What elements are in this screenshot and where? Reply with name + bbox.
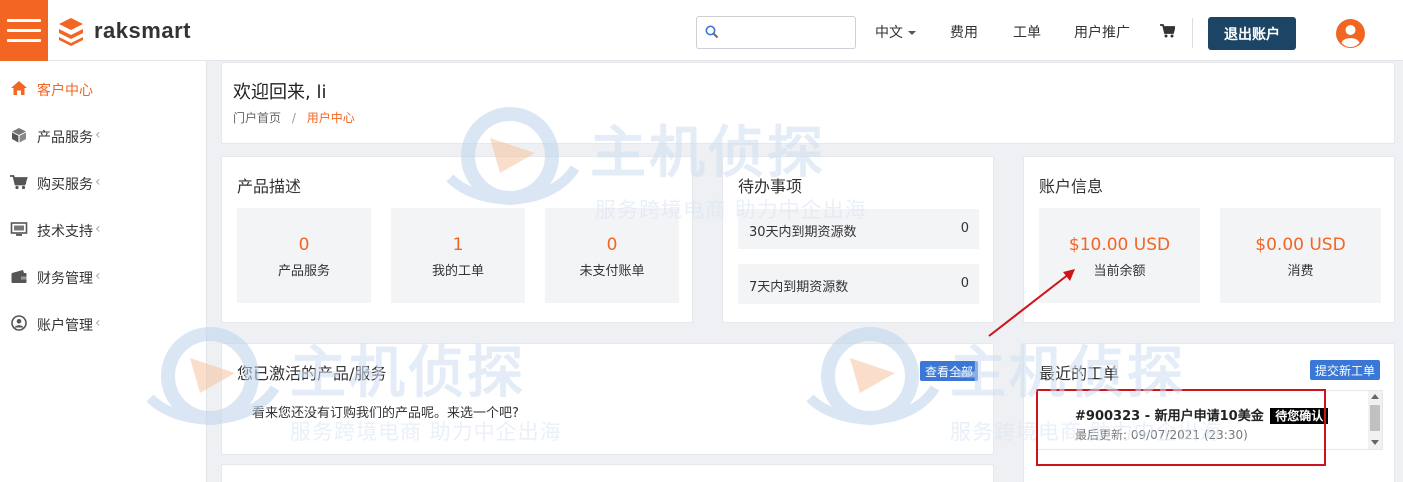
spending-value: $0.00 USD	[1255, 235, 1346, 255]
breadcrumb-current: 用户中心	[306, 111, 355, 125]
cart-button[interactable]	[1160, 24, 1176, 42]
logout-button[interactable]: 退出账户	[1208, 17, 1296, 50]
user-circle-icon	[11, 315, 27, 331]
tile-label: 未支付账单	[579, 264, 645, 279]
cart-icon	[10, 175, 28, 190]
new-ticket-button[interactable]: 提交新工单	[1309, 360, 1380, 380]
search-icon	[705, 25, 719, 39]
bottom-card	[221, 464, 994, 482]
nav-tickets-link[interactable]: 工单	[1013, 22, 1041, 42]
sidebar-item-label: 账户管理	[37, 318, 93, 334]
brand-logo[interactable]: raksmart	[56, 16, 191, 46]
caret-down-icon	[908, 31, 916, 35]
wallet-icon	[11, 270, 27, 283]
cube-icon	[12, 128, 26, 143]
tile-value: 1	[452, 235, 464, 255]
language-label: 中文	[875, 25, 903, 41]
breadcrumb-separator: /	[291, 111, 296, 125]
tile-value: 0	[606, 235, 618, 255]
scroll-down-arrow-icon[interactable]	[1371, 440, 1379, 445]
tile-label: 产品服务	[277, 264, 330, 279]
annotation-arrow-icon	[988, 269, 1075, 337]
chevron-left-icon: ‹	[95, 127, 101, 143]
user-avatar-icon	[1336, 19, 1365, 48]
tile-label: 消费	[1287, 264, 1314, 279]
sidebar-item-support[interactable]: 技术支持 ‹	[0, 209, 207, 249]
todo-row[interactable]: 7天内到期资源数 0	[738, 264, 979, 304]
balance-value: $10.00 USD	[1068, 235, 1171, 255]
menu-toggle-button[interactable]	[0, 0, 48, 61]
raksmart-logo-icon	[59, 18, 83, 46]
nav-affiliate-link[interactable]: 用户推广	[1074, 22, 1130, 42]
sidebar: 客户中心 产品服务 ‹ 购买服务 ‹ 技术支持 ‹ 财务管理 ‹ 账户管理 ‹	[0, 61, 207, 482]
chevron-left-icon: ‹	[95, 268, 101, 284]
chevron-left-icon: ‹	[95, 221, 101, 237]
chevron-left-icon: ‹	[95, 174, 101, 190]
tile-value: 0	[298, 235, 310, 255]
chevron-left-icon: ‹	[95, 315, 101, 331]
ticket-highlight-box	[1036, 389, 1326, 466]
sidebar-item-finance[interactable]: 财务管理 ‹	[0, 256, 207, 296]
sidebar-item-account[interactable]: 账户管理 ‹	[0, 303, 207, 343]
tile-label: 我的工单	[431, 264, 484, 279]
ticket-list-scrollbar[interactable]	[1368, 391, 1382, 449]
sidebar-item-client-center[interactable]: 客户中心	[0, 68, 207, 108]
empty-services-text: 看来您还没有订购我们的产品呢。来选一个吧?	[252, 406, 519, 421]
product-summary-card: 产品描述 0 产品服务 1 我的工单 0 未支付账单	[221, 156, 693, 323]
sidebar-item-label: 客户中心	[37, 83, 93, 99]
todo-value: 0	[960, 276, 969, 291]
top-header: raksmart 中文 费用 工单 用户推广 退出账户	[0, 0, 1403, 61]
todo-card: 待办事项 30天内到期资源数 0 7天内到期资源数 0	[722, 156, 994, 323]
brand-name: raksmart	[94, 18, 191, 43]
nav-billing-link[interactable]: 费用	[950, 22, 978, 42]
active-services-card: 您已激活的产品/服务 查看全部 看来您还没有订购我们的产品呢。来选一个吧?	[221, 343, 994, 455]
view-all-button[interactable]: 查看全部	[919, 361, 978, 381]
sidebar-item-label: 购买服务	[37, 177, 93, 193]
todo-value: 0	[960, 221, 969, 236]
sidebar-item-label: 技术支持	[37, 224, 93, 240]
unpaid-invoices-tile[interactable]: 0 未支付账单	[545, 208, 679, 303]
product-services-tile[interactable]: 0 产品服务	[237, 208, 371, 303]
cart-icon	[1160, 24, 1176, 38]
home-icon	[11, 81, 27, 95]
card-title: 产品描述	[237, 177, 302, 196]
search-input[interactable]	[696, 16, 856, 49]
breadcrumb-home-link[interactable]: 门户首页	[233, 111, 281, 125]
card-title: 最近的工单	[1039, 364, 1120, 383]
page-title: 欢迎回来, li	[233, 82, 327, 103]
card-title: 待办事项	[738, 177, 803, 196]
hamburger-icon-bar	[7, 39, 41, 42]
card-title: 您已激活的产品/服务	[237, 364, 387, 383]
scrollbar-thumb[interactable]	[1370, 405, 1380, 431]
scroll-up-arrow-icon[interactable]	[1371, 394, 1379, 399]
spending-tile[interactable]: $0.00 USD 消费	[1220, 208, 1381, 303]
user-avatar[interactable]	[1336, 19, 1365, 52]
hamburger-icon-bar	[7, 29, 41, 32]
todo-label: 30天内到期资源数	[749, 225, 857, 240]
sidebar-item-products[interactable]: 产品服务 ‹	[0, 115, 207, 155]
sidebar-item-purchase[interactable]: 购买服务 ‹	[0, 162, 207, 202]
my-tickets-tile[interactable]: 1 我的工单	[391, 208, 525, 303]
card-title: 账户信息	[1039, 177, 1104, 196]
monitor-icon	[10, 222, 28, 236]
sidebar-item-label: 财务管理	[37, 271, 93, 287]
breadcrumb: 门户首页 / 用户中心	[233, 109, 355, 126]
hamburger-icon-bar	[7, 19, 41, 22]
todo-row[interactable]: 30天内到期资源数 0	[738, 209, 979, 249]
header-divider	[1192, 18, 1193, 48]
welcome-panel: 欢迎回来, li 门户首页 / 用户中心	[221, 62, 1395, 144]
todo-label: 7天内到期资源数	[749, 280, 849, 295]
language-dropdown[interactable]: 中文	[875, 22, 916, 42]
sidebar-item-label: 产品服务	[37, 130, 93, 146]
